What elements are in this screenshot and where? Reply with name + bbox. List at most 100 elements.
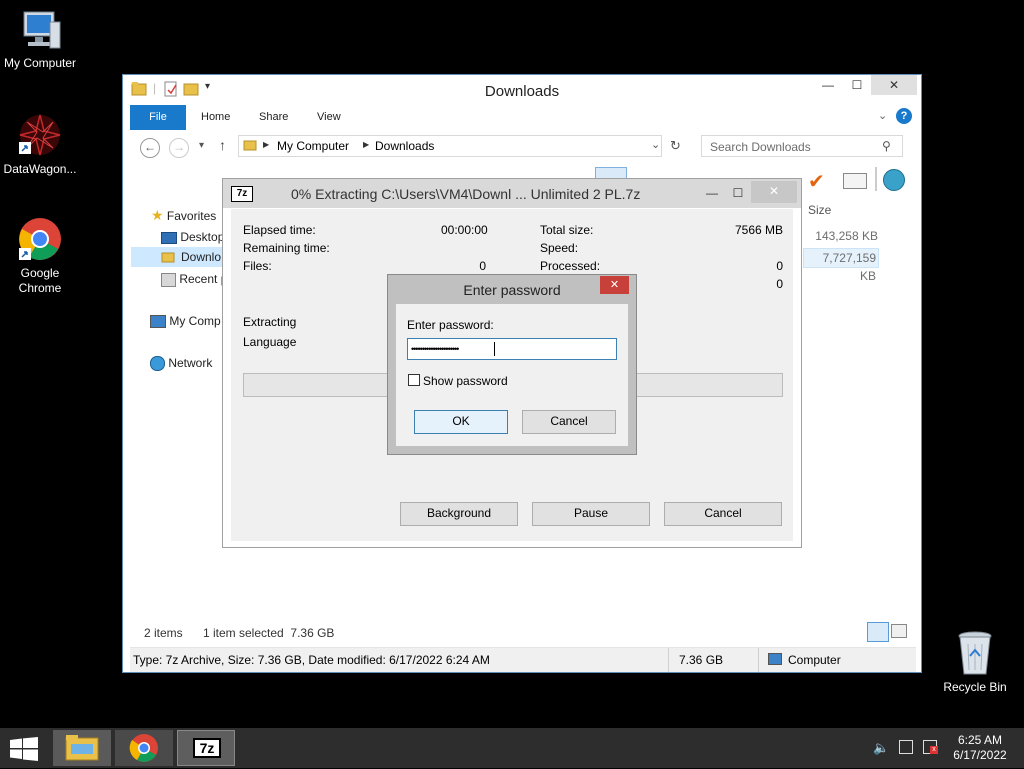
- back-button[interactable]: ←: [140, 138, 160, 158]
- clock-date: 6/17/2022: [953, 748, 1007, 762]
- nav-downloads-selected[interactable]: Downlo: [131, 247, 231, 267]
- address-folder-icon: [243, 138, 257, 155]
- recent-locations-chevron-icon[interactable]: ▾: [199, 140, 204, 151]
- speed-label: Speed:: [540, 241, 579, 255]
- computer-icon: [150, 315, 166, 329]
- password-dialog-title: Enter password: [463, 282, 561, 298]
- password-input[interactable]: ••••••••••••••••••••••: [407, 338, 617, 360]
- cancel-button[interactable]: Cancel: [522, 410, 616, 434]
- network-tray-icon[interactable]: [899, 740, 913, 754]
- show-password-label: Show password: [423, 374, 508, 388]
- downloads-folder-icon: [161, 250, 175, 267]
- checkmark-icon[interactable]: ✔: [808, 169, 825, 194]
- datawagon-icon: [17, 112, 63, 158]
- recycle-bin-icon: [955, 630, 995, 676]
- background-button[interactable]: Background: [400, 502, 518, 526]
- desktop-icon-label: Google Chrome: [18, 266, 62, 295]
- nav-network[interactable]: Network: [150, 356, 212, 372]
- large-icons-view-icon[interactable]: [891, 624, 907, 638]
- elapsed-time-label: Elapsed time:: [243, 223, 316, 237]
- status-item-count: 2 items: [144, 626, 183, 640]
- close-button[interactable]: ✕: [751, 181, 797, 203]
- maximize-button[interactable]: ☐: [843, 75, 871, 95]
- file-size: 143,258 KB: [815, 229, 878, 243]
- pause-button[interactable]: Pause: [532, 502, 650, 526]
- desktop-icon-my-computer[interactable]: My Computer: [0, 8, 80, 71]
- help-icon[interactable]: ?: [896, 108, 912, 124]
- breadcrumb-my-computer[interactable]: My Computer: [277, 139, 349, 153]
- computer-icon: [18, 8, 62, 52]
- processed-value: 0: [776, 259, 783, 273]
- taskbar-file-explorer[interactable]: [53, 730, 111, 766]
- info-panel-icon[interactable]: [843, 173, 867, 189]
- table-row-selected[interactable]: 7,727,159 KB: [803, 248, 879, 283]
- breadcrumb-downloads[interactable]: Downloads: [375, 139, 434, 153]
- table-row[interactable]: 143,258 KB: [803, 229, 878, 243]
- tab-view[interactable]: View: [317, 111, 341, 123]
- minimize-button[interactable]: —: [701, 183, 723, 203]
- details-view-icon[interactable]: [867, 622, 889, 642]
- text-caret: [494, 342, 495, 356]
- processed-label: Processed:: [540, 259, 601, 273]
- extract-dialog-title: 0% Extracting C:\Users\VM4\Downl ... Unl…: [291, 186, 641, 202]
- forward-button[interactable]: →: [169, 138, 189, 158]
- tab-home[interactable]: Home: [201, 111, 230, 123]
- extract-dialog-titlebar: 7z 0% Extracting C:\Users\VM4\Downl ... …: [223, 179, 801, 208]
- error-badge-icon: x: [930, 746, 938, 754]
- search-input[interactable]: Search Downloads ⚲: [701, 135, 903, 157]
- taskbar: 7z 🔈 x 6:25 AM 6/17/2022: [0, 728, 1024, 768]
- desktop-icon-label: My Computer: [3, 56, 77, 70]
- breadcrumb-separator-icon: ▶: [363, 140, 370, 149]
- password-masked-value: ••••••••••••••••••••••: [411, 344, 459, 354]
- desktop-icon-recycle-bin[interactable]: Recycle Bin: [935, 630, 1015, 695]
- address-bar[interactable]: ▶ My Computer ▶ Downloads ⌄: [238, 135, 662, 157]
- tab-share[interactable]: Share: [259, 111, 288, 123]
- desktop-icon-google-chrome[interactable]: Google Chrome: [0, 216, 80, 296]
- password-prompt-label: Enter password:: [407, 318, 494, 332]
- details-info: Type: 7z Archive, Size: 7.36 GB, Date mo…: [133, 653, 490, 667]
- desktop-icon-label: Recycle Bin: [943, 680, 1007, 694]
- ok-button[interactable]: OK: [414, 410, 508, 434]
- file-size: 7,727,159 KB: [822, 251, 876, 283]
- file-explorer-icon: [65, 735, 99, 761]
- volume-muted-icon[interactable]: 🔈: [873, 740, 889, 756]
- up-button[interactable]: ↑: [219, 137, 226, 153]
- remaining-time-label: Remaining time:: [243, 241, 330, 255]
- taskbar-chrome[interactable]: [115, 730, 173, 766]
- close-button[interactable]: ✕: [600, 276, 629, 294]
- address-dropdown-chevron-icon[interactable]: ⌄: [651, 138, 660, 151]
- divider: [758, 648, 759, 672]
- password-dialog: Enter password ✕ Enter password: •••••••…: [387, 274, 637, 455]
- nav-desktop[interactable]: Desktop: [161, 230, 224, 244]
- compression-value: 0: [776, 277, 783, 291]
- chrome-icon: [17, 216, 63, 262]
- tab-file[interactable]: File: [130, 105, 186, 130]
- refresh-icon[interactable]: ↻: [670, 138, 681, 154]
- column-header-size[interactable]: Size: [808, 203, 831, 217]
- total-size-value: 7566 MB: [734, 223, 783, 237]
- desktop-icon-label: DataWagon...: [3, 162, 77, 176]
- desktop-icon-datawagon[interactable]: DataWagon...: [0, 112, 80, 177]
- elapsed-time-value: 00:00:00: [441, 223, 488, 237]
- globe-icon[interactable]: [883, 169, 905, 191]
- cancel-button[interactable]: Cancel: [664, 502, 782, 526]
- network-icon: [150, 356, 165, 372]
- minimize-button[interactable]: —: [813, 75, 843, 95]
- maximize-button[interactable]: ☐: [727, 183, 749, 203]
- nav-recent-places[interactable]: Recent p: [161, 272, 227, 287]
- total-size-label: Total size:: [540, 223, 594, 237]
- search-icon: ⚲: [882, 139, 891, 153]
- nav-favorites[interactable]: ★ Favorites: [151, 207, 216, 224]
- seven-zip-app-icon: 7z: [231, 186, 253, 202]
- start-button[interactable]: [10, 737, 38, 764]
- taskbar-7zip[interactable]: 7z: [177, 730, 235, 766]
- nav-my-computer[interactable]: My Comp: [150, 314, 221, 329]
- star-icon: ★: [151, 207, 164, 223]
- show-password-checkbox[interactable]: [408, 374, 420, 386]
- password-dialog-body: Enter password: •••••••••••••••••••••• S…: [396, 304, 628, 446]
- clock[interactable]: 6:25 AM 6/17/2022: [950, 733, 1010, 763]
- expand-ribbon-chevron-icon[interactable]: ⌄: [878, 109, 887, 122]
- recent-places-icon: [161, 272, 176, 287]
- close-button[interactable]: ✕: [871, 75, 917, 95]
- action-center-icon[interactable]: x: [923, 740, 938, 754]
